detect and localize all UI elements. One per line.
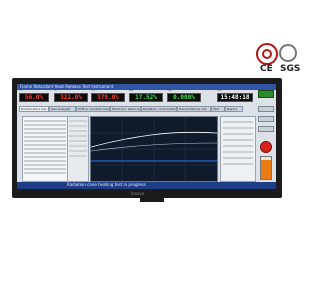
ce-mark: CE	[260, 64, 273, 74]
list-item	[24, 140, 66, 142]
seal-logo	[279, 44, 297, 62]
control-panel	[220, 116, 256, 182]
level-fill	[261, 160, 271, 179]
list-item	[69, 150, 87, 152]
parameter-list[interactable]	[22, 116, 68, 182]
control-row[interactable]	[223, 151, 253, 153]
control-row[interactable]	[223, 163, 253, 165]
readout-caption: HRR	[129, 90, 134, 92]
list-item	[24, 152, 66, 154]
tab-report[interactable]: Report	[225, 106, 243, 112]
status-text: Radiation cone heating test in progress	[67, 182, 146, 187]
list-item	[24, 172, 66, 174]
chart-plot	[91, 117, 217, 181]
brand-logo	[256, 43, 278, 65]
readout-value: 17.52%	[135, 94, 157, 101]
list-item	[69, 120, 87, 122]
tab-bar: Radiometers CAL Gas analyzer Orifice con…	[17, 106, 276, 112]
control-row[interactable]	[223, 127, 253, 129]
readout-value: 0.000%	[173, 94, 195, 101]
window-title: Flame Retardant Heat Release Test Instru…	[20, 84, 114, 89]
list-item	[24, 124, 66, 126]
app-screen: Flame Retardant Heat Release Test Instru…	[17, 84, 276, 189]
list-item	[69, 125, 87, 127]
side-button[interactable]	[258, 116, 274, 122]
readout-caption: O2	[19, 90, 22, 92]
list-item	[69, 130, 87, 132]
readout-value: 379.0%	[97, 94, 119, 101]
tab-electronic-balance[interactable]: Electronic balance	[110, 106, 141, 112]
side-button[interactable]	[258, 126, 274, 132]
readout-value: 321.0%	[60, 94, 82, 101]
readout-co: 321.0%	[54, 93, 88, 102]
list-item	[24, 164, 66, 166]
list-item	[24, 136, 66, 138]
readout-value: 15:48:18	[220, 94, 250, 101]
tab-gas-analyzer[interactable]: Gas analyzer	[49, 106, 76, 112]
list-item	[24, 156, 66, 158]
control-row[interactable]	[223, 121, 253, 123]
status-bar: Radiation cone heating test in progress	[17, 182, 276, 189]
sgs-mark: SGS	[280, 64, 301, 74]
readout-caption: CO2	[91, 90, 96, 92]
status-indicator	[258, 90, 274, 98]
readout-time: 15:48:18	[217, 93, 253, 102]
readout-thr: 0.000%	[167, 93, 201, 102]
list-item	[69, 135, 87, 137]
control-row[interactable]	[223, 133, 253, 135]
list-item	[24, 148, 66, 150]
tab-orifice-constant-cal[interactable]: Orifice constant CAL	[76, 106, 110, 112]
readout-caption: CO	[54, 90, 57, 92]
list-item	[69, 155, 87, 157]
stop-button[interactable]	[260, 141, 272, 153]
readout-co2: 379.0%	[91, 93, 125, 102]
list-item	[69, 145, 87, 147]
chart-grid	[91, 117, 217, 181]
control-row[interactable]	[223, 157, 253, 159]
monitor-brand: lenovo	[131, 191, 145, 196]
list-item	[24, 128, 66, 130]
tab-transmittance-cal[interactable]: Transmittance CAL	[177, 106, 211, 112]
live-chart	[90, 116, 218, 182]
monitor-stand	[140, 198, 164, 202]
list-item	[24, 168, 66, 170]
readout-o2: 56.0%	[19, 93, 49, 102]
value-list[interactable]	[67, 116, 89, 182]
readout-caption: Time	[217, 90, 222, 92]
readout-caption: THR	[167, 90, 172, 92]
list-item	[69, 140, 87, 142]
list-item	[24, 132, 66, 134]
list-item	[24, 160, 66, 162]
level-gauge	[260, 156, 272, 180]
tab-test[interactable]: Test	[211, 106, 225, 112]
control-row[interactable]	[223, 139, 253, 141]
side-button[interactable]	[258, 106, 274, 112]
tab-radiation-cone-heating[interactable]: Radiation cone heating	[141, 106, 177, 112]
tab-radiometers-cal[interactable]: Radiometers CAL	[19, 106, 49, 112]
control-row[interactable]	[223, 145, 253, 147]
readout-value: 56.0%	[24, 94, 44, 101]
list-item	[24, 144, 66, 146]
list-item	[24, 120, 66, 122]
readout-hrr: 17.52%	[129, 93, 163, 102]
